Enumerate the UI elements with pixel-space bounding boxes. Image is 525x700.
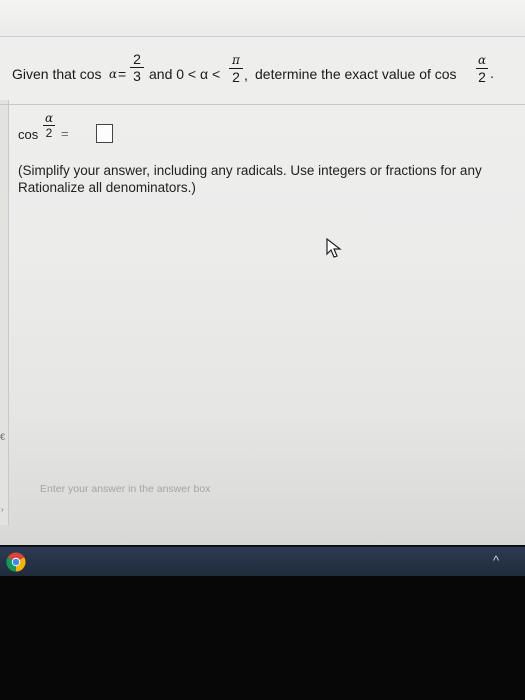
comma: , bbox=[244, 67, 248, 83]
answer-cos-label: cos bbox=[18, 127, 39, 142]
mouse-pointer-icon bbox=[326, 238, 342, 258]
alpha-over-two-fraction: α 2 bbox=[476, 52, 488, 84]
instructions-line-2: Rationalize all denominators.) bbox=[18, 180, 196, 195]
question-prefix: Given that cos bbox=[12, 66, 102, 82]
cos-value-denominator: 3 bbox=[133, 68, 141, 84]
instructions-line-1: (Simplify your answer, including any rad… bbox=[18, 163, 482, 178]
pi-symbol: π bbox=[232, 53, 240, 67]
answer-line: cos α 2 = bbox=[18, 110, 525, 158]
left-panel-marker: € bbox=[0, 432, 6, 442]
browser-content-area: € › Given that cos α = 2 3 and 0 < α < π… bbox=[0, 0, 525, 545]
question-tail: determine the exact value of cos bbox=[255, 66, 457, 82]
answer-equals-sign: = bbox=[61, 126, 69, 141]
question-statement: Given that cos α = 2 3 and 0 < α < π 2 ,… bbox=[12, 52, 525, 98]
instructions: (Simplify your answer, including any rad… bbox=[18, 162, 525, 196]
half-denominator: 2 bbox=[478, 69, 486, 85]
pi-denominator: 2 bbox=[232, 69, 240, 85]
answer-hint-text: Enter your answer in the answer box bbox=[40, 483, 211, 495]
condition-text: and 0 < α < bbox=[149, 66, 221, 82]
left-panel-arrow[interactable]: › bbox=[1, 505, 4, 514]
equals-sign: = bbox=[118, 66, 127, 82]
tray-chevron-icon[interactable]: ^ bbox=[493, 553, 499, 568]
left-side-panel bbox=[0, 100, 9, 525]
top-toolbar-band bbox=[0, 0, 525, 37]
monitor-bezel bbox=[0, 576, 525, 700]
alpha-symbol: α bbox=[44, 111, 54, 125]
answer-denominator: 2 bbox=[45, 126, 53, 140]
answer-input-box[interactable] bbox=[96, 124, 113, 143]
taskbar: ^ bbox=[0, 546, 525, 577]
cos-value-fraction: 2 3 bbox=[130, 52, 144, 83]
alpha-symbol: α bbox=[477, 53, 487, 67]
cos-value-numerator: 2 bbox=[133, 51, 141, 67]
period: . bbox=[490, 65, 494, 81]
answer-alpha-over-two: α 2 bbox=[43, 112, 55, 139]
chrome-icon[interactable] bbox=[6, 552, 26, 572]
pi-over-two-fraction: π 2 bbox=[229, 52, 243, 84]
question-divider bbox=[0, 104, 525, 105]
alpha-symbol: α bbox=[109, 67, 118, 81]
